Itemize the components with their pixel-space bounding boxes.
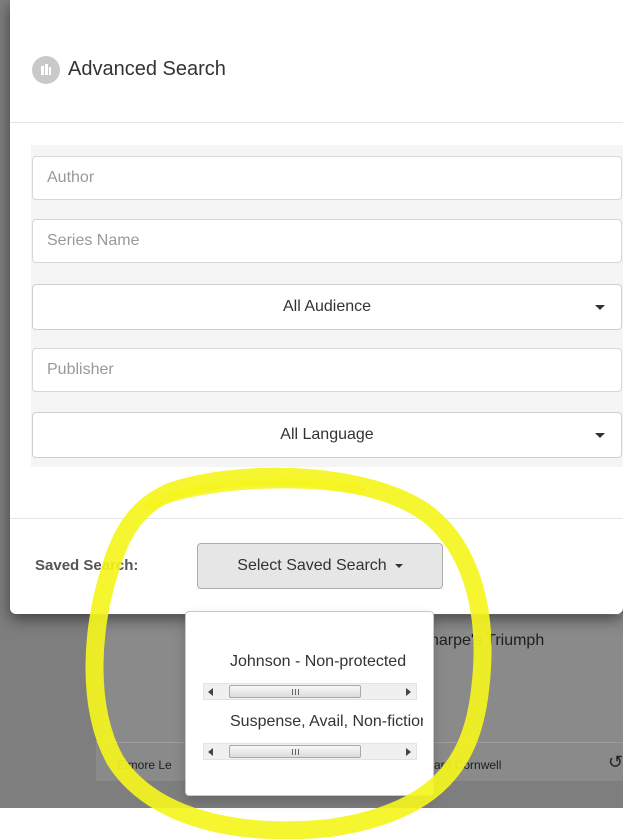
scroll-left-icon[interactable] — [208, 748, 213, 756]
scroll-right-icon[interactable] — [406, 748, 411, 756]
audience-select[interactable]: All Audience — [32, 284, 622, 330]
grip-icon — [291, 748, 299, 755]
language-select[interactable]: All Language — [32, 412, 622, 458]
scrollbar-thumb[interactable] — [229, 685, 361, 698]
audience-select-value: All Audience — [282, 298, 372, 315]
caret-down-icon — [394, 564, 403, 568]
background-book-title: harpe's Triumph — [430, 632, 545, 649]
horizontal-scrollbar[interactable] — [203, 683, 417, 700]
share-icon: ↺ — [608, 752, 623, 772]
scroll-right-icon[interactable] — [406, 688, 411, 696]
saved-search-item[interactable]: Suspense, Avail, Non-fiction — [230, 713, 423, 731]
chevron-down-icon — [595, 433, 605, 438]
background-author-right: ard Cornwell — [434, 758, 502, 772]
modal-header: Advanced Search — [10, 0, 623, 123]
saved-search-item[interactable]: Johnson - Non-protected — [230, 653, 423, 671]
horizontal-scrollbar[interactable] — [203, 743, 417, 760]
advanced-search-modal: Advanced Search All Audience All Languag… — [10, 0, 623, 614]
series-name-input[interactable] — [32, 219, 622, 263]
publisher-input[interactable] — [32, 348, 622, 392]
language-select-value: All Language — [280, 426, 374, 443]
scroll-left-icon[interactable] — [208, 688, 213, 696]
saved-search-menu: Johnson - Non-protected Suspense, Avail,… — [185, 611, 434, 796]
modal-title: Advanced Search — [68, 58, 226, 80]
chevron-down-icon — [595, 305, 605, 310]
saved-search-dropdown-button[interactable]: Select Saved Search — [197, 543, 443, 589]
grip-icon — [291, 688, 299, 695]
saved-search-button-label: Select Saved Search — [237, 557, 387, 574]
saved-search-label: Saved Search: — [35, 557, 139, 574]
scrollbar-thumb[interactable] — [229, 745, 361, 758]
author-input[interactable] — [32, 156, 622, 200]
library-logo-icon — [32, 56, 60, 84]
background-author-left: Elmore Le — [117, 758, 172, 772]
